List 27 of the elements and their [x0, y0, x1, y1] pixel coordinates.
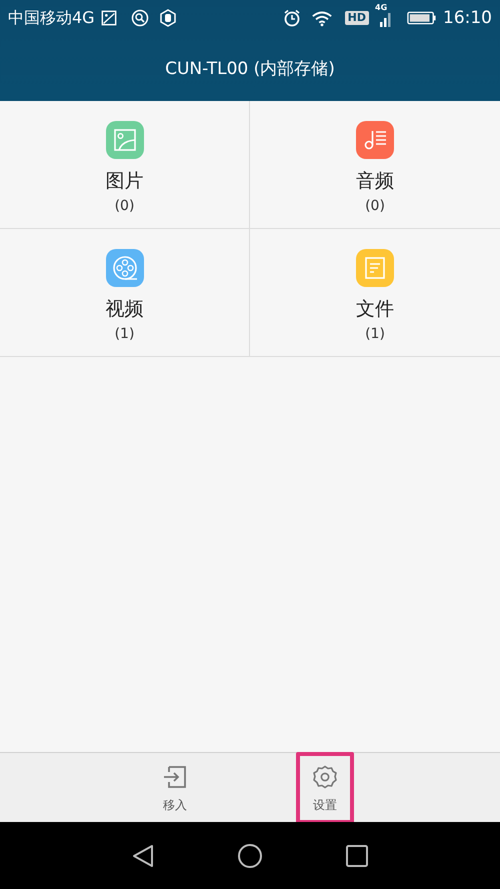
category-label[interactable]: 视频 — [106, 296, 144, 322]
battery-icon — [407, 9, 437, 27]
category-label[interactable]: 文件 — [356, 296, 394, 322]
network-type: 4G — [375, 3, 388, 12]
item-count: (1) — [365, 326, 385, 342]
image-icon — [100, 9, 117, 27]
picture-icon[interactable] — [106, 121, 144, 159]
recent-apps-icon[interactable] — [344, 842, 370, 868]
wifi-icon — [310, 9, 333, 27]
document-icon[interactable] — [356, 249, 394, 287]
window-title: CUN-TL00 (内部存储) — [165, 58, 335, 80]
item-count: (0) — [114, 198, 134, 214]
category-label[interactable]: 音频 — [356, 168, 394, 194]
enter-icon — [162, 764, 188, 790]
item-count: (0) — [365, 198, 385, 214]
film-reel-icon[interactable] — [106, 249, 144, 287]
toolbar-button[interactable]: 移入 — [146, 752, 204, 824]
clock-time: 16:10 — [443, 8, 492, 28]
alarm-clock-icon — [282, 9, 301, 27]
carrier-name: 中国移动4G — [8, 8, 95, 28]
music-note-icon[interactable] — [356, 121, 394, 159]
item-count: (1) — [114, 326, 134, 342]
hd-badge: HD — [344, 11, 369, 25]
settings-icon — [312, 764, 338, 790]
search-icon — [130, 9, 149, 27]
home-icon[interactable] — [236, 842, 263, 868]
category-label[interactable]: 图片 — [106, 168, 144, 194]
